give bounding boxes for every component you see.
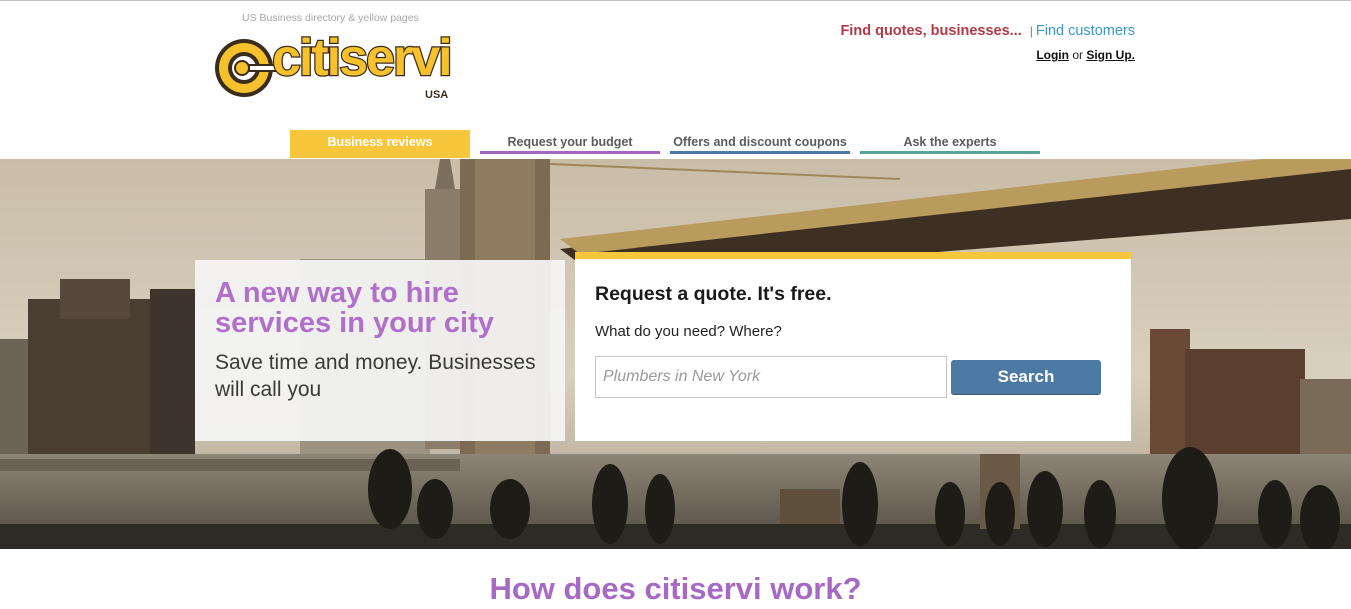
top-links: Find quotes, businesses... | Find customer… bbox=[840, 23, 1135, 39]
tab-ask-experts[interactable]: Ask the experts bbox=[860, 130, 1040, 154]
find-customers-link[interactable]: Find customers bbox=[1036, 23, 1135, 39]
how-it-works-heading: How does citiservi work? bbox=[489, 571, 862, 606]
hero-title: A new way to hire services in your city bbox=[215, 277, 494, 339]
quote-label: What do you need? Where? bbox=[595, 323, 782, 340]
tab-business-reviews[interactable]: Business reviews bbox=[290, 130, 470, 158]
quote-title: Request a quote. It's free. bbox=[595, 283, 832, 305]
header-tagline: US Business directory & yellow pages bbox=[242, 12, 419, 24]
logo-wordmark: citiservi bbox=[271, 28, 454, 89]
or-text: or bbox=[1072, 48, 1083, 62]
tab-offers-coupons[interactable]: Offers and discount coupons bbox=[670, 130, 850, 154]
link-separator: | bbox=[1029, 24, 1033, 38]
search-button[interactable]: Search bbox=[951, 360, 1101, 394]
intro-panel: A new way to hire services in your city … bbox=[195, 260, 565, 441]
search-input[interactable] bbox=[595, 356, 947, 398]
auth-links: Login or Sign Up. bbox=[1036, 48, 1135, 62]
hero-section: A new way to hire services in your city … bbox=[0, 159, 1351, 549]
citiservi-logo[interactable]: citiservi USA bbox=[212, 28, 462, 104]
find-quotes-link[interactable]: Find quotes, businesses... bbox=[840, 23, 1021, 39]
signup-link[interactable]: Sign Up. bbox=[1086, 48, 1135, 62]
quote-form: Request a quote. It's free. What do you … bbox=[575, 252, 1131, 441]
logo-country: USA bbox=[425, 89, 449, 101]
tab-request-budget[interactable]: Request your budget bbox=[480, 130, 660, 154]
login-link[interactable]: Login bbox=[1036, 48, 1069, 62]
hero-subtitle: Save time and money. Businesses will cal… bbox=[215, 351, 536, 401]
